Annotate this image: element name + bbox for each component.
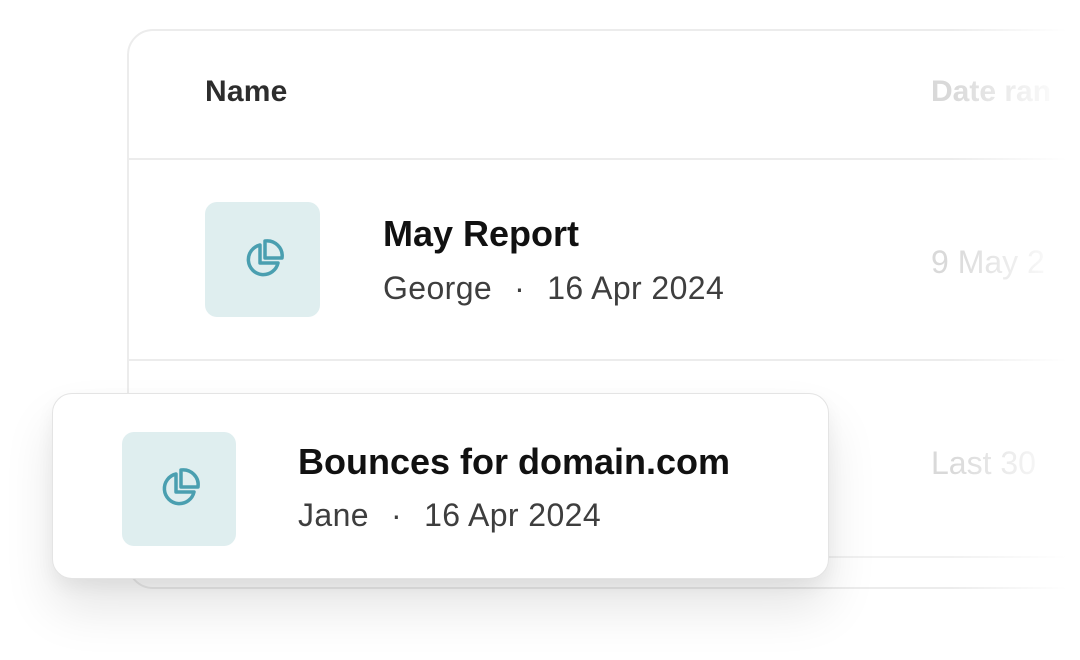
report-date-range: 9 May 2 <box>931 244 1045 280</box>
report-icon-tile <box>205 202 320 317</box>
report-created-date: 16 Apr 2024 <box>547 270 725 306</box>
pie-chart-icon <box>162 468 200 506</box>
report-author: Jane <box>298 497 369 533</box>
report-list-stage: Name Date ran May Report George · 16 Apr 2… <box>0 0 1080 660</box>
meta-separator: · <box>391 497 403 533</box>
column-header-name[interactable]: Name <box>205 75 288 109</box>
table-header-row: Name Date ran <box>129 31 1080 160</box>
pie-chart-icon <box>246 238 284 276</box>
dragged-row-card[interactable]: Bounces for domain.com Jane · 16 Apr 2024 <box>52 393 829 579</box>
column-header-date-range[interactable]: Date ran <box>931 75 1051 109</box>
report-author: George <box>383 270 493 306</box>
report-title[interactable]: May Report <box>383 213 579 255</box>
table-row[interactable]: May Report George · 16 Apr 2024 9 May 2 <box>129 160 1080 361</box>
report-created-date: 16 Apr 2024 <box>424 497 602 533</box>
report-icon-tile <box>122 432 236 546</box>
meta-separator: · <box>514 270 526 306</box>
report-date-range: Last 30 <box>931 445 1036 481</box>
report-title[interactable]: Bounces for domain.com <box>298 441 730 483</box>
report-meta: George · 16 Apr 2024 <box>383 270 724 307</box>
report-meta: Jane · 16 Apr 2024 <box>298 497 601 534</box>
